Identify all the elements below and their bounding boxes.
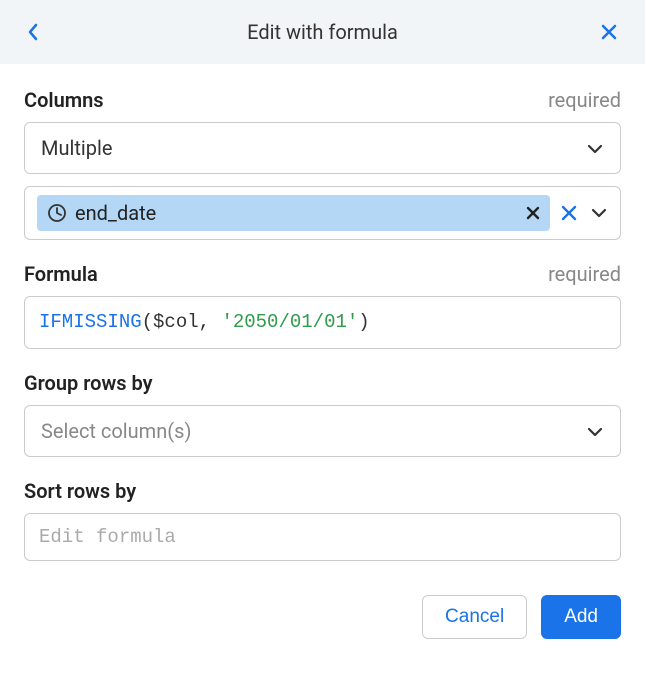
close-button[interactable] (599, 22, 619, 42)
columns-section: Columns required Multiple end_date (24, 88, 621, 240)
group-select[interactable]: Select column(s) (24, 405, 621, 457)
formula-required: required (548, 262, 621, 286)
columns-mode-value: Multiple (41, 136, 112, 160)
dialog-title: Edit with formula (247, 20, 398, 44)
chevron-down-icon (586, 419, 604, 443)
token-function: IFMISSING (39, 311, 142, 333)
columns-label: Columns (24, 88, 104, 112)
cancel-button[interactable]: Cancel (422, 595, 527, 639)
dialog-body: Columns required Multiple end_date (0, 64, 645, 663)
group-section: Group rows by Select column(s) (24, 371, 621, 457)
sort-section: Sort rows by (24, 479, 621, 561)
clear-selection-button[interactable] (560, 204, 578, 222)
formula-label: Formula (24, 262, 98, 286)
back-button[interactable] (26, 21, 40, 43)
token-string: '2050/01/01' (221, 311, 358, 333)
sort-label: Sort rows by (24, 479, 136, 503)
group-placeholder: Select column(s) (41, 419, 191, 443)
chevron-down-icon (590, 207, 608, 219)
columns-mode-select[interactable]: Multiple (24, 122, 621, 174)
column-chip-label: end_date (75, 201, 518, 225)
columns-dropdown-toggle[interactable] (590, 207, 608, 219)
formula-section: Formula required IFMISSING($col, '2050/0… (24, 262, 621, 349)
add-button[interactable]: Add (541, 595, 621, 639)
dialog-footer: Cancel Add (24, 583, 621, 639)
clock-icon (47, 203, 67, 223)
chip-remove-button[interactable] (526, 206, 540, 220)
columns-chip-input[interactable]: end_date (24, 186, 621, 240)
close-icon (526, 206, 540, 220)
group-label: Group rows by (24, 371, 153, 395)
token-variable: $col (153, 311, 199, 333)
chevron-down-icon (586, 136, 604, 160)
sort-formula-input[interactable] (39, 526, 606, 548)
dialog-header: Edit with formula (0, 0, 645, 64)
token-comma: , (199, 311, 222, 333)
close-icon (560, 204, 578, 222)
formula-editor[interactable]: IFMISSING($col, '2050/01/01') (24, 296, 621, 349)
token-paren-open: ( (142, 311, 153, 333)
chevron-left-icon (26, 21, 40, 43)
columns-required: required (548, 88, 621, 112)
sort-editor-wrapper (24, 513, 621, 561)
close-icon (599, 22, 619, 42)
column-chip: end_date (37, 195, 550, 231)
token-paren-close: ) (358, 311, 369, 333)
